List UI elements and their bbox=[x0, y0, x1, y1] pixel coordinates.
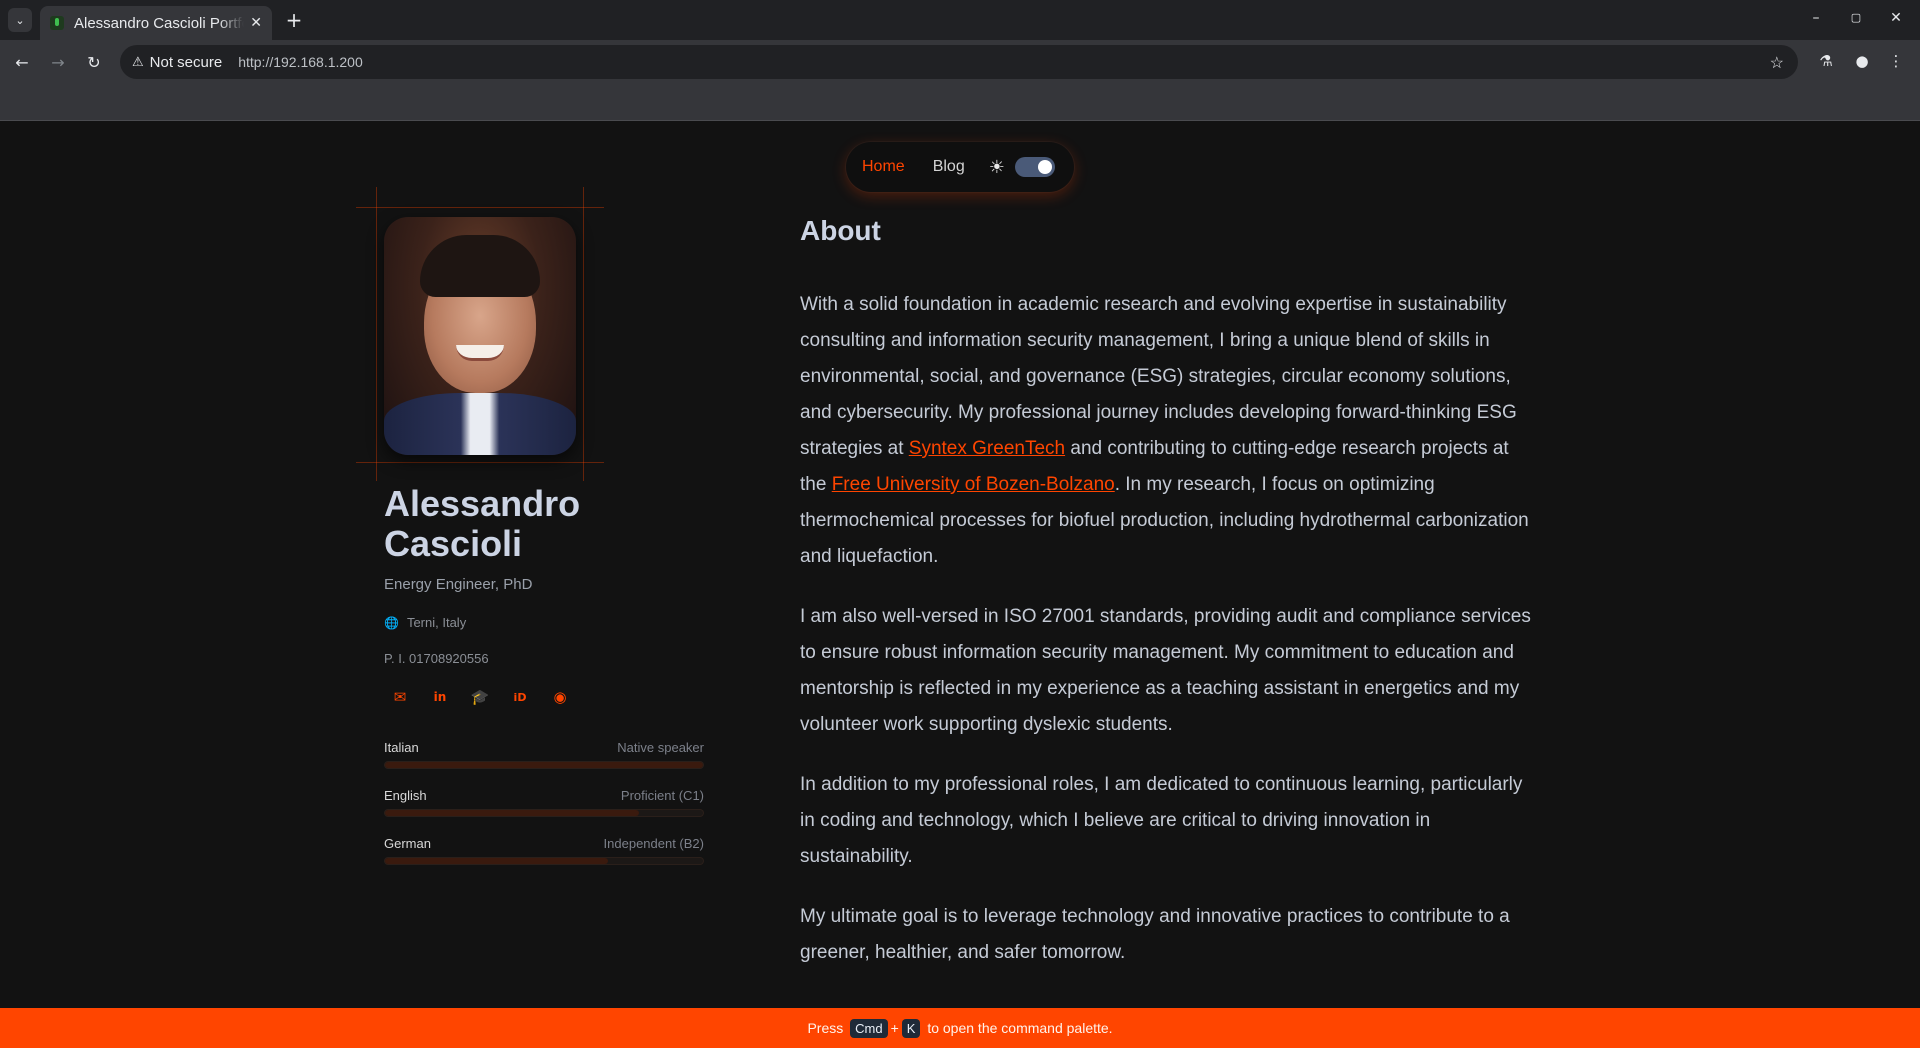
graduation-cap-icon[interactable]: 🎓 bbox=[470, 687, 490, 707]
command-palette-hint-bar: Press Cmd + K to open the command palett… bbox=[0, 1008, 1920, 1048]
warning-icon[interactable]: ⚠ bbox=[132, 54, 144, 70]
profile-photo bbox=[384, 217, 576, 455]
photo-guide-line bbox=[356, 462, 604, 463]
browser-tab-bar: ⌄ Alessandro Cascioli Portfolio ✕ + – ▢ … bbox=[0, 0, 1920, 40]
nav-home-link[interactable]: Home bbox=[862, 158, 905, 176]
globe-icon: 🌐 bbox=[384, 615, 399, 630]
browser-tab[interactable]: Alessandro Cascioli Portfolio ✕ bbox=[40, 6, 272, 40]
language-progress-fill bbox=[385, 810, 640, 816]
mail-icon[interactable]: ✉ bbox=[390, 687, 410, 707]
photo-guide-line bbox=[376, 187, 377, 481]
sun-icon: ☀ bbox=[988, 156, 1005, 178]
bookmark-star-icon[interactable]: ☆ bbox=[1770, 53, 1784, 73]
language-italian: Italian Native speaker bbox=[384, 740, 704, 769]
language-level: Native speaker bbox=[617, 740, 704, 755]
photo-guide-line bbox=[583, 187, 584, 481]
favicon-icon bbox=[50, 16, 64, 30]
unibz-link[interactable]: Free University of Bozen-Bolzano bbox=[832, 474, 1115, 495]
photo-hair bbox=[420, 235, 540, 297]
tab-title: Alessandro Cascioli Portfolio bbox=[74, 14, 244, 32]
maximize-icon[interactable]: ▢ bbox=[1846, 11, 1866, 24]
security-label[interactable]: Not secure bbox=[150, 54, 223, 71]
hint-press: Press bbox=[807, 1020, 844, 1036]
profile-role: Energy Engineer, PhD bbox=[384, 576, 533, 593]
nav-blog-link[interactable]: Blog bbox=[933, 158, 965, 176]
social-links: ✉ in 🎓 iD ◉ bbox=[390, 687, 590, 707]
menu-icon[interactable]: ⋮ bbox=[1886, 52, 1906, 70]
address-bar[interactable]: ⚠ Not secure http://192.168.1.200 ☆ bbox=[120, 45, 1798, 79]
about-heading: About bbox=[800, 215, 881, 246]
vat-number: P. I. 01708920556 bbox=[384, 651, 489, 666]
language-progress-bar bbox=[384, 809, 704, 817]
tab-close-icon[interactable]: ✕ bbox=[250, 15, 262, 31]
browser-toolbar: ← → ↻ ⚠ Not secure http://192.168.1.200 … bbox=[0, 40, 1920, 84]
syntex-greentech-link[interactable]: Syntex GreenTech bbox=[909, 438, 1065, 459]
language-name: English bbox=[384, 788, 427, 803]
reload-icon[interactable]: ↻ bbox=[84, 52, 104, 72]
back-icon[interactable]: ← bbox=[12, 52, 32, 72]
about-paragraph-1: With a solid foundation in academic rese… bbox=[800, 287, 1540, 575]
window-close-icon[interactable]: ✕ bbox=[1886, 10, 1906, 26]
labs-flask-icon[interactable]: ⚗ bbox=[1816, 52, 1836, 70]
forward-icon[interactable]: → bbox=[48, 52, 68, 72]
about-paragraph-4: My ultimate goal is to leverage technolo… bbox=[800, 906, 1510, 963]
top-navigation: Home Blog ☀ bbox=[846, 142, 1074, 192]
profile-name: Alessandro Cascioli bbox=[384, 483, 581, 564]
about-paragraph-2: I am also well-versed in ISO 27001 stand… bbox=[800, 606, 1531, 735]
language-progress-fill bbox=[385, 858, 608, 864]
language-english: English Proficient (C1) bbox=[384, 788, 704, 817]
about-content: With a solid foundation in academic rese… bbox=[800, 287, 1540, 995]
language-level: Independent (B2) bbox=[603, 836, 704, 851]
tab-search-icon[interactable]: ⌄ bbox=[8, 8, 32, 32]
profile-icon[interactable]: ● bbox=[1852, 52, 1872, 70]
theme-toggle[interactable] bbox=[1014, 157, 1055, 177]
github-icon[interactable]: ◉ bbox=[550, 687, 570, 707]
url-text[interactable]: http://192.168.1.200 bbox=[238, 54, 363, 70]
minimize-icon[interactable]: – bbox=[1806, 10, 1826, 26]
hint-text: to open the command palette. bbox=[927, 1020, 1113, 1036]
language-german: German Independent (B2) bbox=[384, 836, 704, 865]
linkedin-icon[interactable]: in bbox=[430, 687, 450, 707]
photo-guide-line bbox=[356, 207, 604, 208]
language-name: German bbox=[384, 836, 431, 851]
about-paragraph-3: In addition to my professional roles, I … bbox=[800, 774, 1523, 867]
paragraph-text: With a solid foundation in academic rese… bbox=[800, 294, 1517, 459]
bookmarks-bar bbox=[0, 84, 1920, 121]
cmd-key: Cmd bbox=[850, 1018, 888, 1038]
profile-location: 🌐 Terni, Italy bbox=[384, 615, 466, 630]
language-progress-bar bbox=[384, 857, 704, 865]
web-page: Home Blog ☀ Alessandro Cascioli Energy E… bbox=[0, 121, 1920, 1048]
orcid-icon[interactable]: iD bbox=[510, 687, 530, 707]
hint-plus: + bbox=[890, 1020, 899, 1036]
photo-jacket bbox=[384, 393, 576, 455]
language-level: Proficient (C1) bbox=[620, 788, 704, 803]
location-text: Terni, Italy bbox=[406, 615, 467, 630]
k-key: K bbox=[901, 1018, 921, 1038]
language-progress-fill bbox=[385, 762, 703, 768]
new-tab-button[interactable]: + bbox=[282, 8, 306, 32]
language-progress-bar bbox=[384, 761, 704, 769]
language-name: Italian bbox=[384, 740, 419, 755]
